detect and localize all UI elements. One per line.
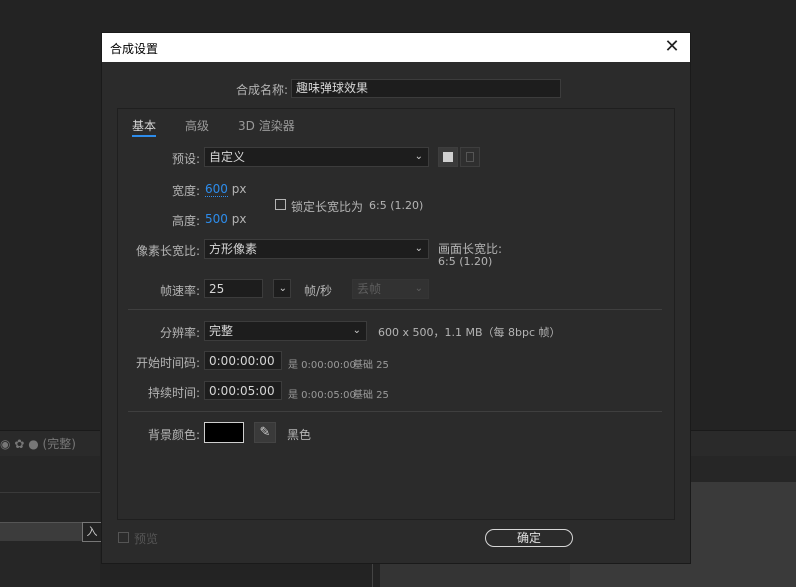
frame-aspect-value: 6:5 (1.20) [438, 255, 493, 268]
drop-frame-select: 丢帧 ⌄ [352, 279, 429, 299]
timeline-separator [372, 562, 373, 587]
drop-frame-value: 丢帧 [357, 282, 382, 296]
resolution-status[interactable]: (完整) [43, 437, 76, 451]
width-field: 600 px [205, 182, 247, 197]
frame-rate-dropdown[interactable]: ⌄ [273, 279, 291, 298]
start-timecode-base: 基础 25 [353, 360, 389, 371]
width-unit: px [231, 182, 247, 196]
save-preset-icon [443, 152, 453, 162]
channel-icon[interactable]: ✿ [14, 437, 24, 451]
chevron-down-icon: ⌄ [414, 283, 423, 294]
background-color-name: 黑色 [287, 428, 312, 442]
width-value[interactable]: 600 [205, 182, 228, 197]
start-timecode-input[interactable]: 0:00:00:00 [204, 351, 282, 370]
duration-label: 持续时间: [147, 386, 200, 400]
delete-preset-button[interactable] [460, 147, 480, 167]
timeline-divider [0, 492, 100, 493]
chevron-down-icon: ⌄ [278, 283, 287, 294]
preview-label: 预览 [134, 532, 159, 546]
duration-base: 基础 25 [353, 390, 389, 401]
tab-advanced[interactable]: 高级 [185, 117, 209, 134]
ok-button[interactable]: 确定 [485, 529, 573, 547]
preset-label: 预设: [171, 152, 200, 166]
composition-name-input[interactable]: 趣味弹球效果 [291, 79, 561, 98]
start-timecode-equivalent: 是 0:00:00:00 [288, 360, 356, 371]
camera-icon[interactable]: ◉ [0, 437, 10, 451]
lock-aspect-checkbox[interactable] [275, 199, 286, 210]
background-color-label: 背景颜色: [147, 428, 200, 442]
width-label: 宽度: [171, 184, 200, 198]
height-unit: px [231, 212, 247, 226]
chevron-down-icon: ⌄ [352, 325, 361, 336]
height-field: 500 px [205, 212, 246, 226]
tab-basic[interactable]: 基本 [132, 117, 157, 137]
chevron-down-icon: ⌄ [414, 151, 423, 162]
timeline-field-letter[interactable]: 入 [82, 522, 102, 542]
composition-settings-dialog: 合成设置 ✕ 合成名称: 趣味弹球效果 基本 高级 3D 渲染器 预设: 自定义… [101, 32, 691, 564]
eyedropper-icon[interactable]: ✎ [254, 422, 276, 443]
preset-value: 自定义 [209, 150, 246, 164]
duration-equivalent: 是 0:00:05:00 [288, 390, 356, 401]
frame-rate-unit: 帧/秒 [304, 284, 333, 298]
frame-rate-label: 帧速率: [159, 284, 200, 298]
pixel-aspect-label: 像素长宽比: [135, 244, 200, 258]
lock-aspect-label: 锁定长宽比为 [291, 200, 364, 214]
trash-icon [466, 152, 474, 162]
save-preset-button[interactable] [438, 147, 458, 167]
pixel-aspect-select[interactable]: 方形像素 ⌄ [204, 239, 429, 259]
close-icon[interactable]: ✕ [662, 36, 682, 58]
dialog-title: 合成设置 [110, 42, 159, 56]
pixel-aspect-value: 方形像素 [209, 242, 258, 256]
chevron-down-icon: ⌄ [414, 243, 423, 254]
section-divider [128, 411, 662, 412]
timeline-track-area-lower [380, 562, 570, 587]
frame-rate-input[interactable]: 25 [204, 279, 263, 298]
background-color-swatch[interactable] [204, 422, 244, 443]
resolution-value: 完整 [209, 324, 234, 338]
tab-3d-renderer[interactable]: 3D 渲染器 [238, 117, 295, 134]
dialog-titlebar: 合成设置 ✕ [102, 33, 690, 62]
preset-select[interactable]: 自定义 ⌄ [204, 147, 429, 167]
composition-name-label: 合成名称: [235, 83, 288, 97]
color-icon[interactable]: ● [28, 437, 38, 451]
resolution-select[interactable]: 完整 ⌄ [204, 321, 367, 341]
resolution-info: 600 x 500，1.1 MB（每 8bpc 帧） [378, 326, 561, 339]
start-timecode-label: 开始时间码: [135, 356, 200, 370]
section-divider [128, 309, 662, 310]
preview-checkbox[interactable] [118, 532, 129, 543]
height-label: 高度: [171, 214, 200, 228]
lock-aspect-ratio: 6:5 (1.20) [369, 199, 424, 212]
viewer-toolbar-right [688, 430, 796, 457]
resolution-label: 分辨率: [159, 326, 200, 340]
height-value[interactable]: 500 [205, 212, 228, 226]
viewer-toolbar-icons: ◉ ✿ ● (完整) [0, 435, 76, 452]
duration-input[interactable]: 0:00:05:00 [204, 381, 282, 400]
settings-panel: 基本 高级 3D 渲染器 预设: 自定义 ⌄ 宽度: 600 px 高度: 50… [117, 108, 675, 520]
